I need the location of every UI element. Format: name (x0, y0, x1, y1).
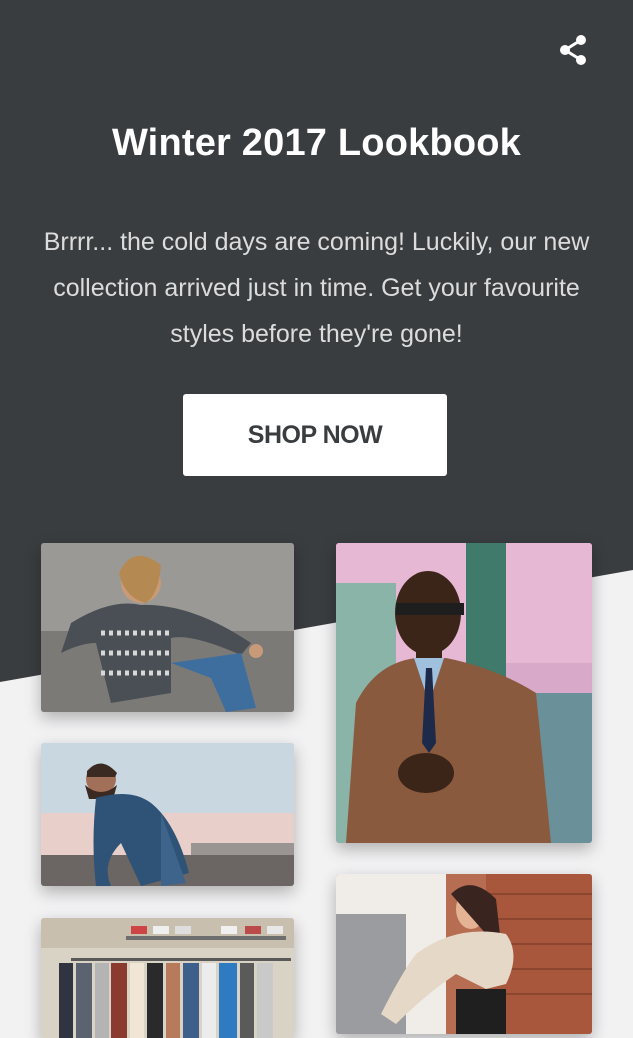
photo-woman-sweater (41, 543, 294, 712)
shop-now-button[interactable]: SHOP NOW (183, 394, 447, 476)
lookbook-photo-3[interactable] (41, 743, 294, 886)
page-title: Winter 2017 Lookbook (111, 122, 522, 164)
lookbook-photo-5[interactable] (41, 918, 294, 1038)
photo-man-leather-jacket (336, 543, 592, 843)
share-button[interactable] (555, 32, 591, 68)
photo-woman-cream-sweater (336, 874, 592, 1034)
lookbook-description: Brrrr... the cold days are coming! Lucki… (43, 228, 590, 348)
photo-man-denim-shirt (41, 743, 294, 886)
lookbook-photo-1[interactable] (41, 543, 294, 712)
lookbook-photo-2[interactable] (336, 543, 592, 843)
share-icon (560, 35, 586, 65)
photo-clothing-rack (41, 918, 294, 1038)
lookbook-photo-4[interactable] (336, 874, 592, 1034)
